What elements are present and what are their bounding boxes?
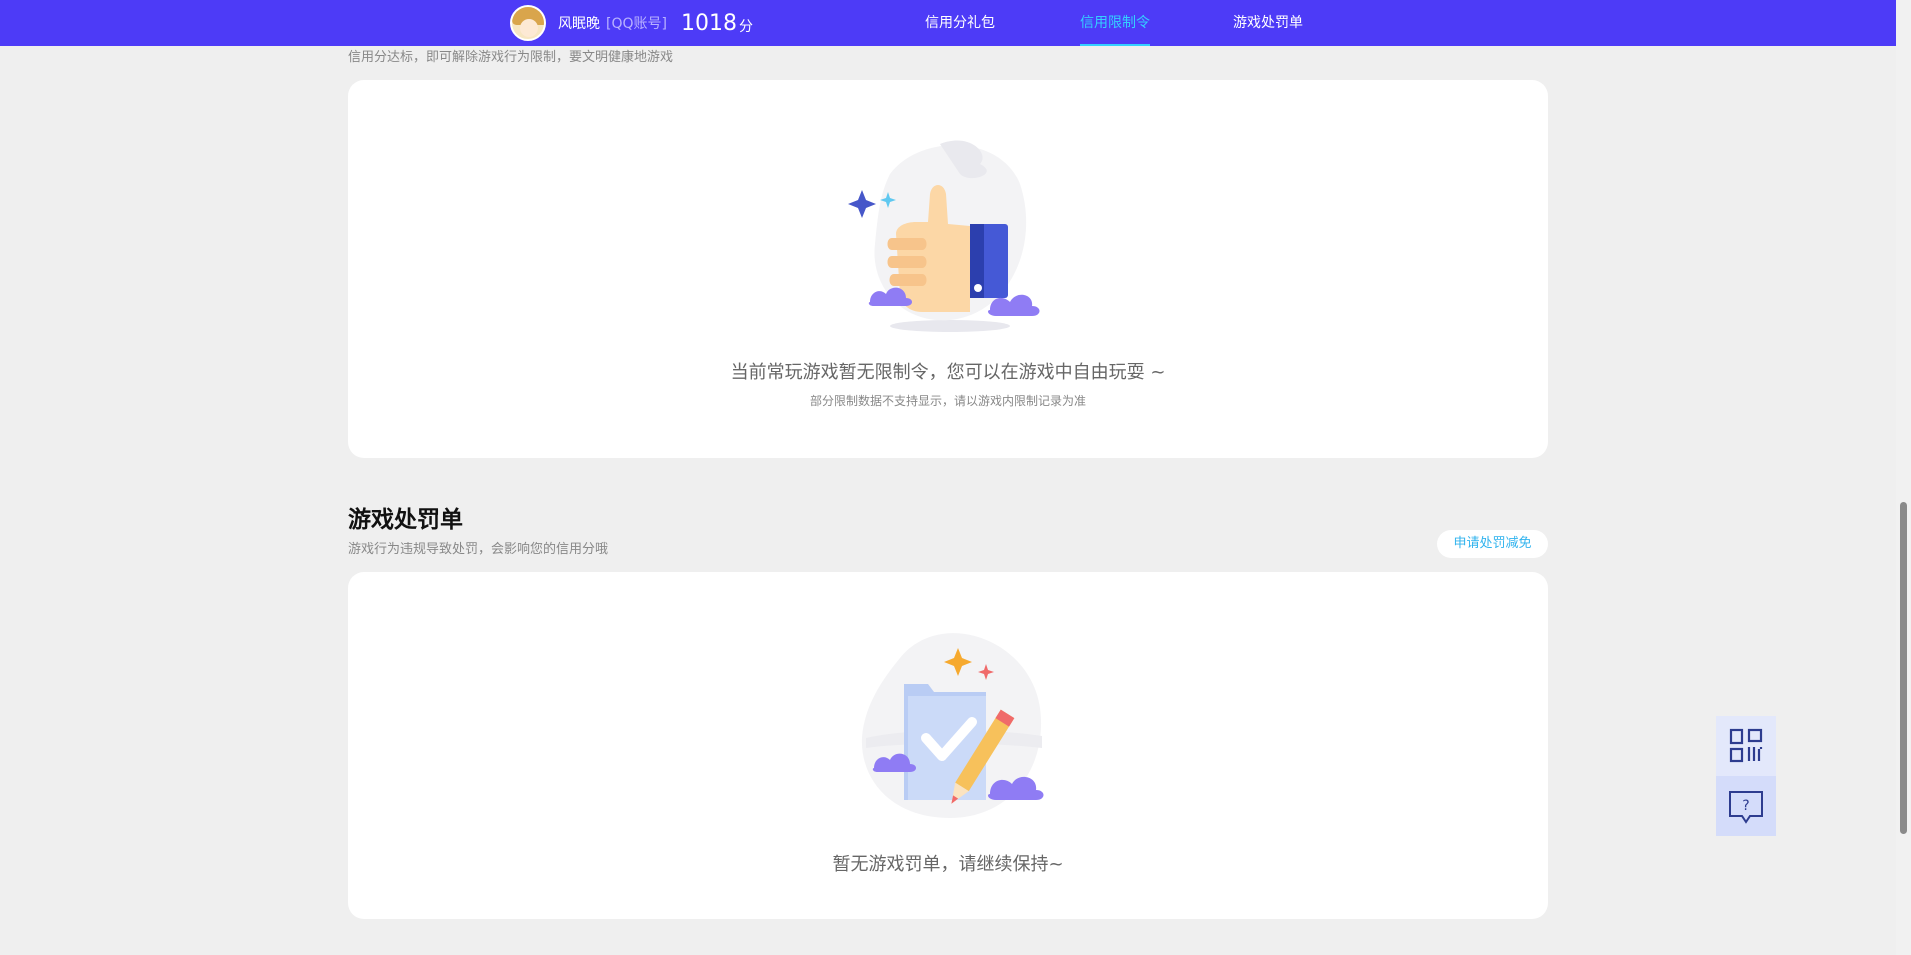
account-type: [QQ账号] xyxy=(606,16,667,32)
restriction-empty-note: 部分限制数据不支持显示，请以游戏内限制记录为准 xyxy=(809,394,1086,408)
credit-score-unit: 分 xyxy=(738,19,753,35)
restriction-card: 当前常玩游戏暂无限制令，您可以在游戏中自由玩耍 ~ 部分限制数据不支持显示，请以… xyxy=(348,80,1548,458)
nav-credit-restriction[interactable]: 信用限制令 xyxy=(1080,0,1150,46)
top-bar: 风眠晚 [QQ账号] 1018 分 信用分礼包 信用限制令 游戏处罚单 xyxy=(0,0,1896,46)
thumbs-up-illustration xyxy=(848,140,1040,332)
penalty-subtitle: 游戏行为违规导致处罚，会影响您的信用分哦 xyxy=(348,542,609,557)
nav-game-penalty[interactable]: 游戏处罚单 xyxy=(1233,0,1303,46)
qrcode-icon xyxy=(1729,728,1763,763)
user-info: 风眠晚 [QQ账号] 1018 分 xyxy=(510,4,753,42)
clipboard-check-illustration xyxy=(861,633,1044,818)
apply-penalty-reduction-button[interactable]: 申请处罚减免 xyxy=(1437,530,1548,558)
help-chat-icon: ? xyxy=(1729,791,1763,824)
svg-text:?: ? xyxy=(1742,798,1749,814)
help-button[interactable]: ? xyxy=(1716,776,1776,836)
restriction-subtitle: 信用分达标，即可解除游戏行为限制，要文明健康地游戏 xyxy=(348,50,674,65)
avatar[interactable] xyxy=(510,5,546,41)
penalty-empty-title: 暂无游戏罚单，请继续保持~ xyxy=(832,854,1064,875)
nav-credit-gift[interactable]: 信用分礼包 xyxy=(925,0,995,46)
penalty-section-title: 游戏处罚单 xyxy=(348,507,463,533)
qrcode-button[interactable] xyxy=(1716,716,1776,776)
penalty-card: 暂无游戏罚单，请继续保持~ xyxy=(348,572,1548,919)
restriction-empty-title: 当前常玩游戏暂无限制令，您可以在游戏中自由玩耍 ~ xyxy=(730,362,1166,383)
username: 风眠晚 xyxy=(558,16,600,32)
credit-score: 1018 xyxy=(680,10,737,36)
scrollbar-thumb[interactable] xyxy=(1900,502,1907,834)
